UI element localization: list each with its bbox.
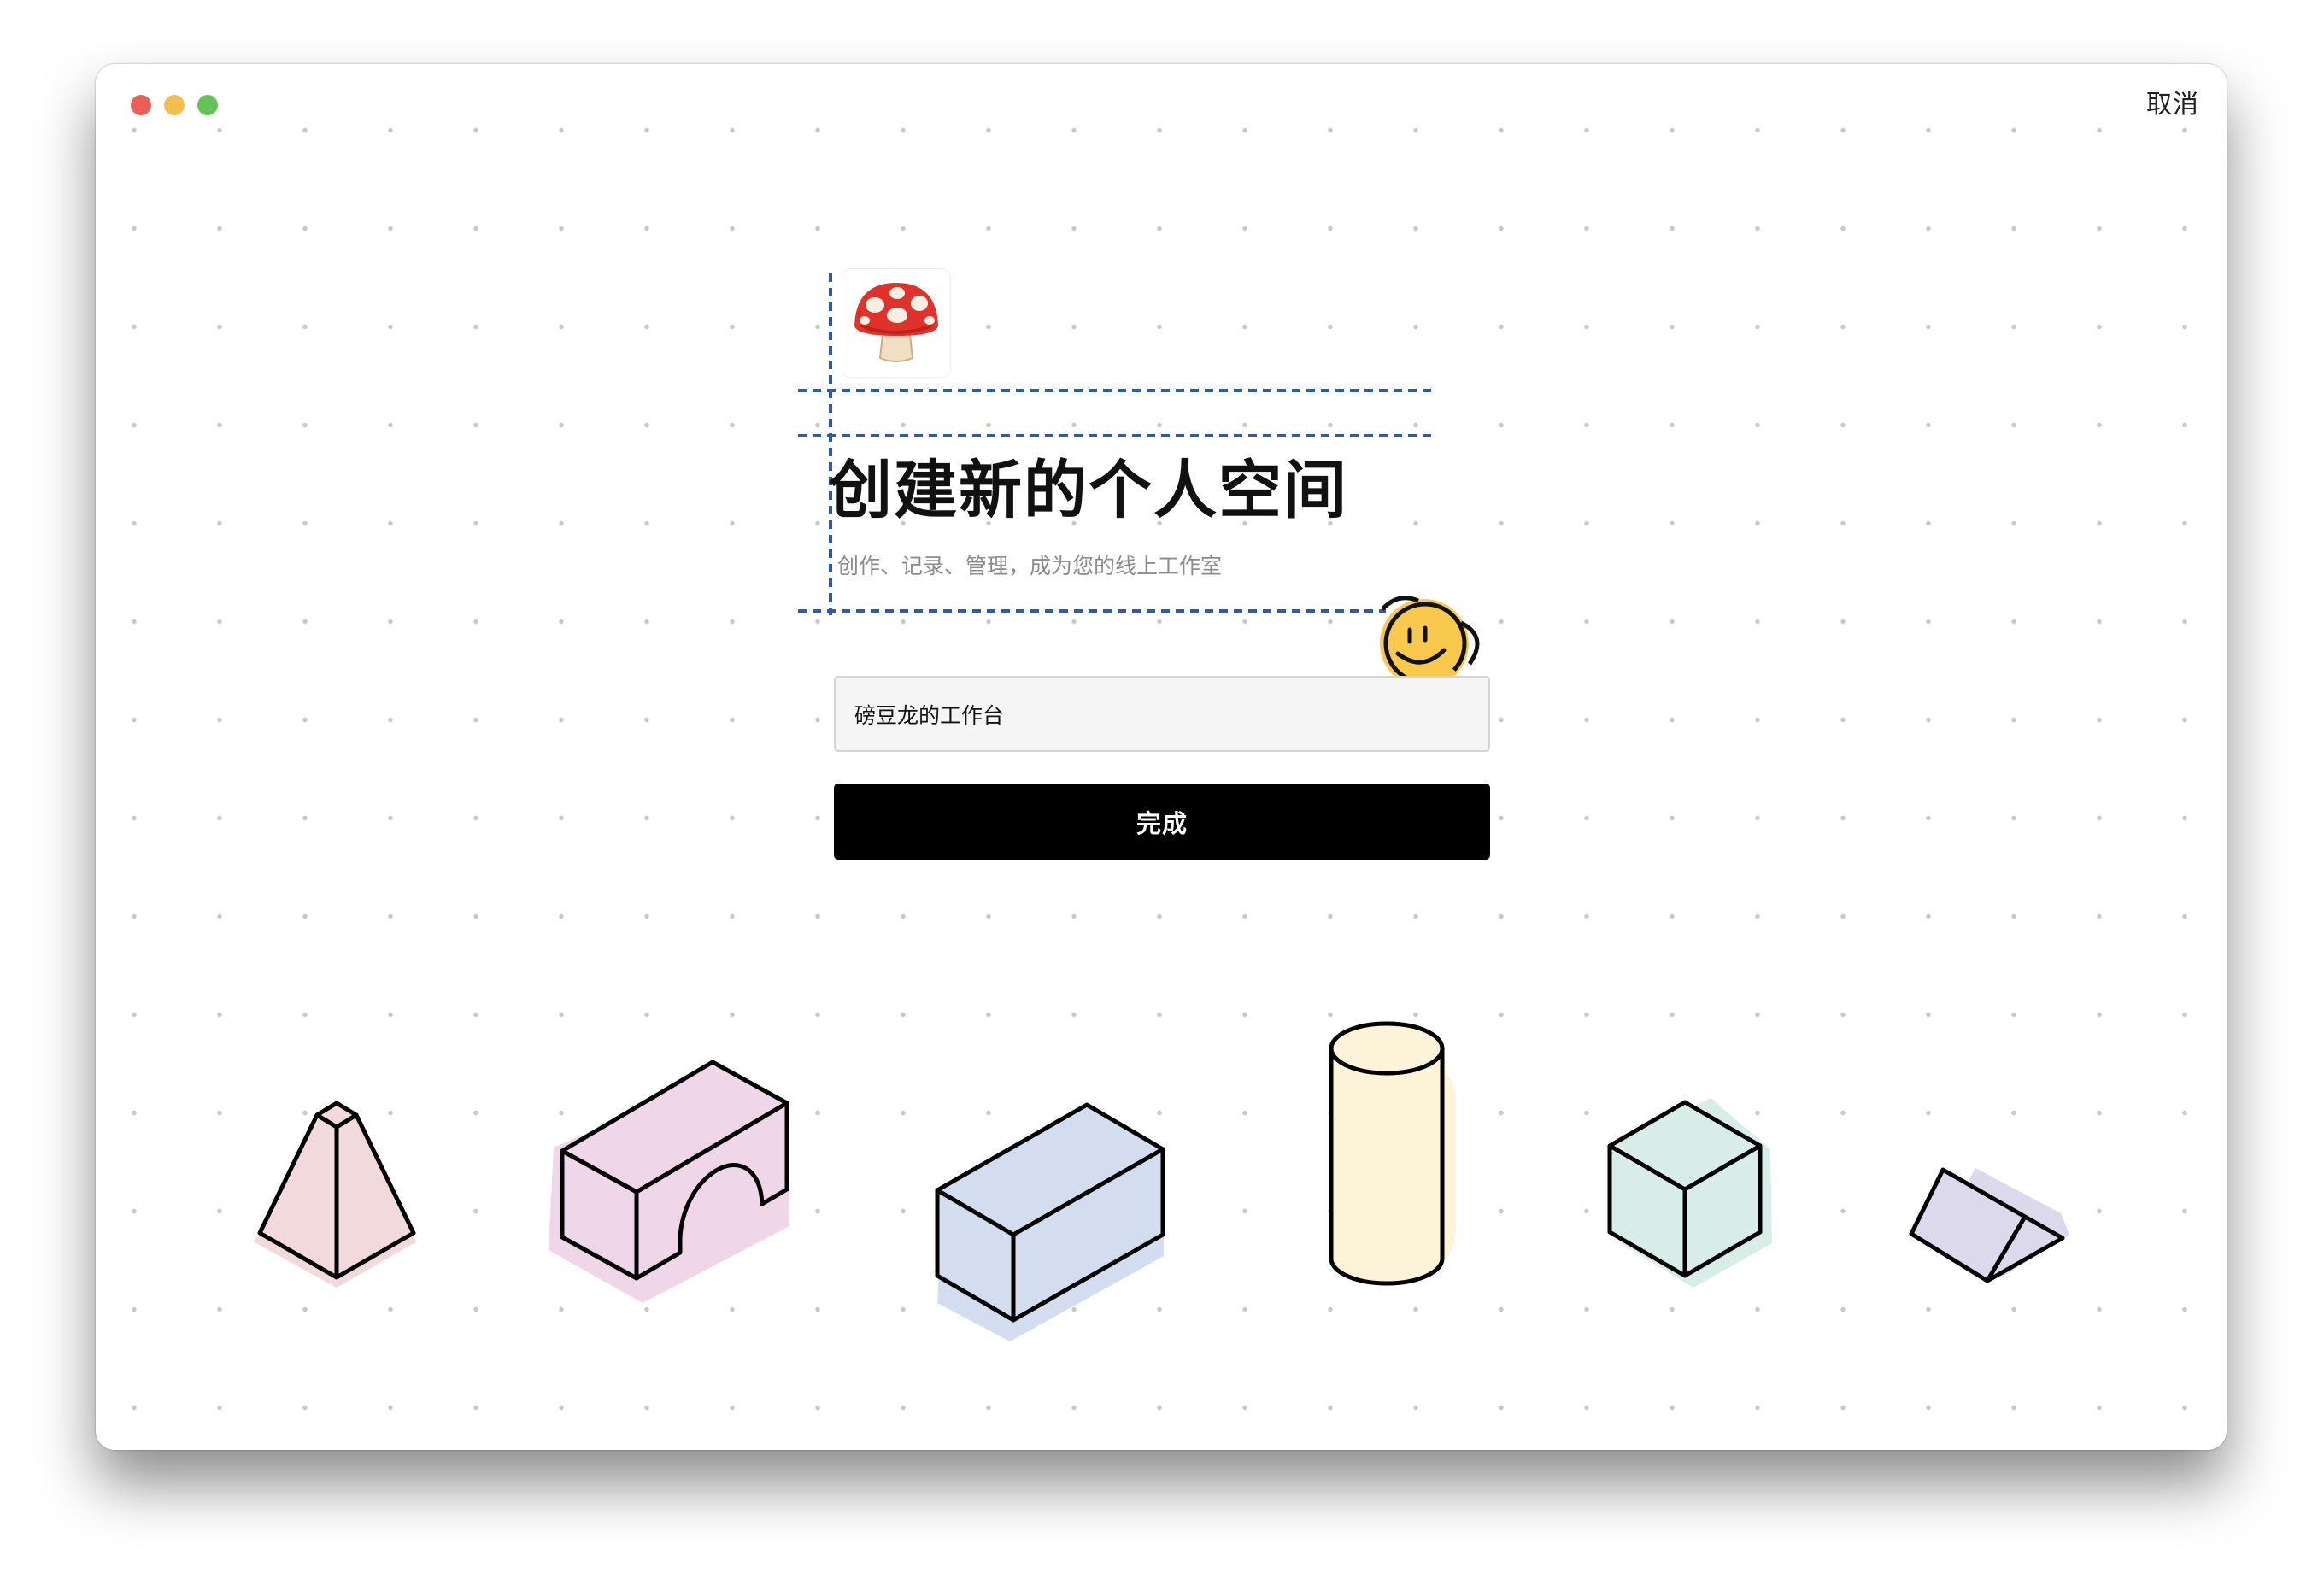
pyramid-icon (253, 1101, 417, 1288)
rectangular-block-icon (935, 1102, 1165, 1341)
cylinder-icon (1329, 1021, 1456, 1286)
triangular-prism-icon (1909, 1167, 2069, 1283)
arch-block-icon (549, 1060, 789, 1303)
decorative-shapes (253, 1021, 2069, 1341)
cube-icon (1607, 1098, 1772, 1288)
app-window: 取消 创建新的个人空间 创作、记录、管理，成为您的线上工作室 磅豆龙的工作台 完… (96, 64, 2227, 1450)
